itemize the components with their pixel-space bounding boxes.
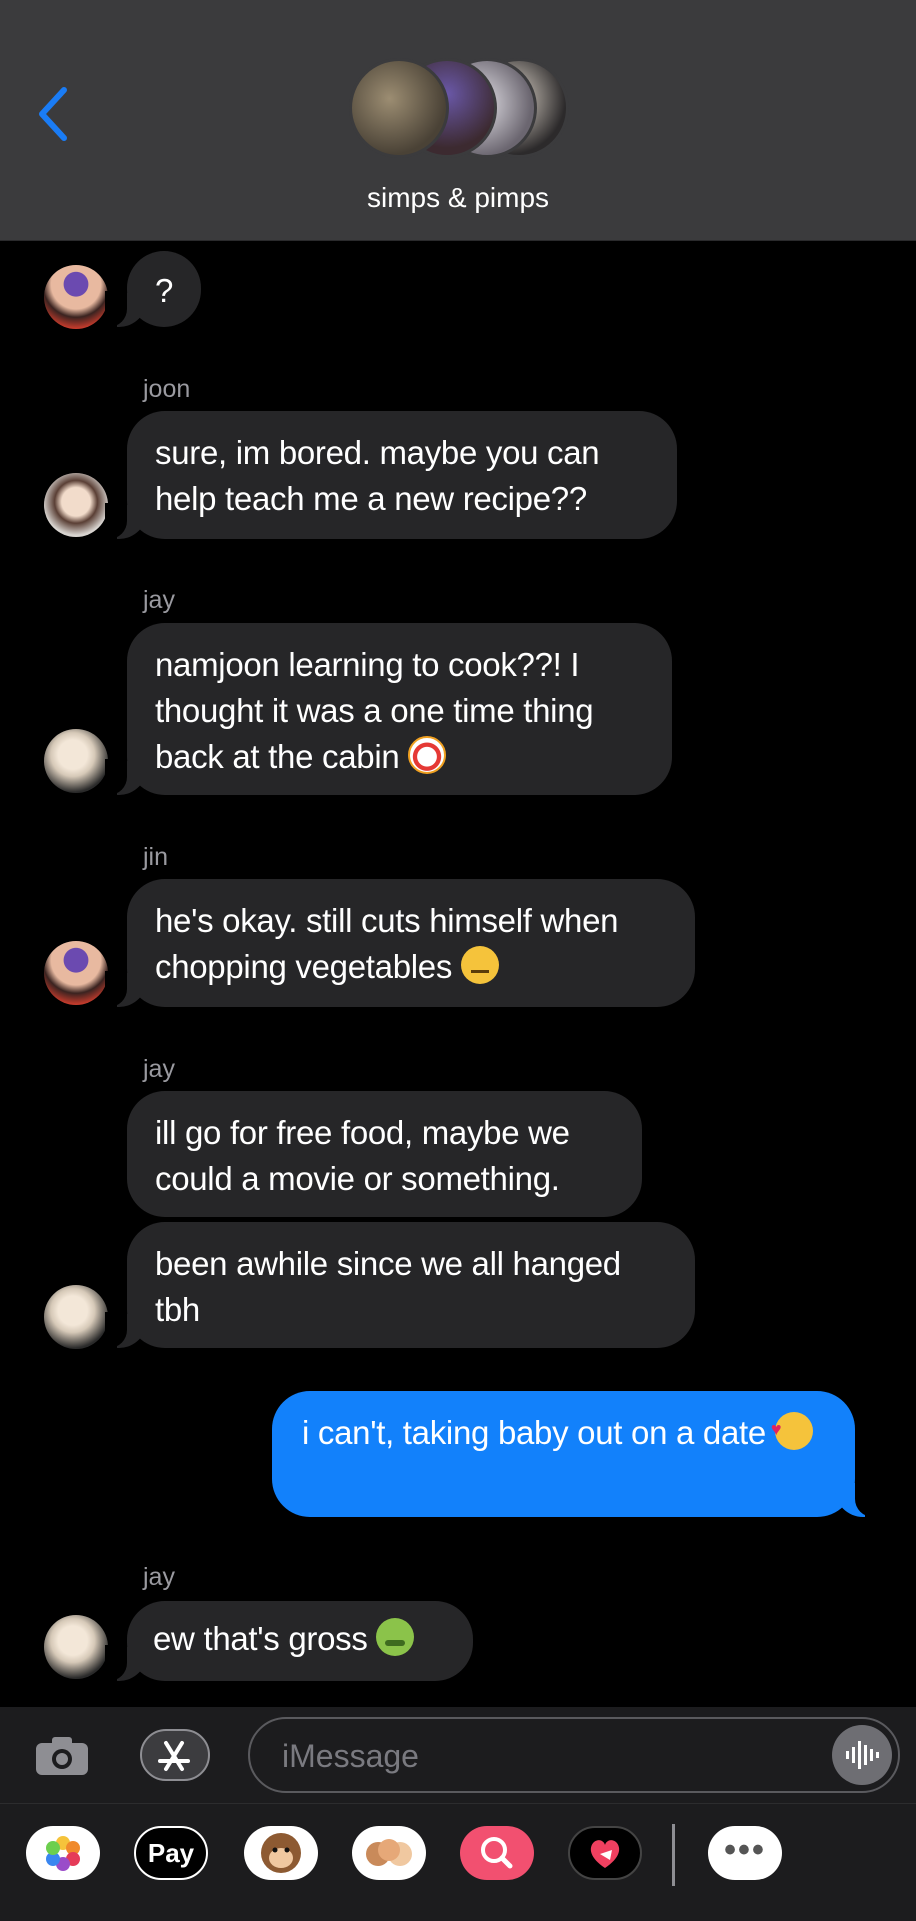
photos-icon[interactable] [26,1826,100,1880]
member-avatar [349,58,449,158]
message-text: sure, im bored. maybe you can help teach… [155,434,600,517]
sender-name: jay [143,1055,175,1083]
more-icon[interactable]: ••• [708,1826,782,1880]
memoji-stickers-icon[interactable] [352,1826,426,1880]
message-text: i can't, taking baby out on a date [302,1414,766,1451]
message-text: ? [154,272,174,309]
audio-waveform-icon[interactable] [832,1725,892,1785]
message-bubble[interactable]: ill go for free food, maybe we could a m… [127,1091,642,1217]
clown-face-emoji [408,736,447,774]
sender-name: jin [143,843,169,871]
avatar[interactable] [44,729,108,793]
memoji-monkey-icon[interactable] [244,1826,318,1880]
message-text: ew that's gross [153,1620,368,1657]
sender-name: jay [143,586,175,614]
message-bubble[interactable]: namjoon learning to cook??! I thought it… [105,623,672,795]
message-text: ill go for free food, maybe we could a m… [155,1114,570,1197]
camera-icon[interactable] [34,1735,90,1777]
avatar[interactable] [44,1615,108,1679]
nauseated-face-emoji [376,1618,415,1656]
outgoing-message-bubble[interactable]: i can't, taking baby out on a date [272,1391,877,1517]
tray-divider [672,1824,675,1886]
avatar[interactable] [44,1285,108,1349]
group-name[interactable]: simps & pimps [0,182,916,214]
message-input-container [248,1717,900,1793]
message-thread: ? joon sure, im bored. maybe you can hel… [0,241,916,1707]
message-bubble[interactable]: ew that's gross [105,1601,473,1681]
message-bubble[interactable]: ? [105,251,201,327]
chevron-left-icon[interactable] [30,82,80,146]
more-label: ••• [724,1831,766,1869]
digital-touch-icon[interactable] [568,1826,642,1880]
app-store-icon[interactable] [140,1729,210,1781]
conversation-header: simps & pimps [0,0,916,241]
neutral-face-emoji [460,946,499,984]
image-search-icon[interactable] [460,1826,534,1880]
message-bubble[interactable]: been awhile since we all hanged tbh [105,1222,695,1348]
message-composer [0,1707,916,1803]
app-drawer: Pay ••• [0,1803,916,1921]
message-bubble[interactable]: sure, im bored. maybe you can help teach… [105,411,677,539]
message-input[interactable] [280,1733,804,1779]
avatar[interactable] [44,265,108,329]
avatar[interactable] [44,941,108,1005]
smiling-face-with-hearts-emoji [771,1406,813,1452]
avatar[interactable] [44,473,108,537]
apple-pay-label: Pay [147,1838,195,1868]
sender-name: joon [143,375,191,403]
message-bubble[interactable]: he's okay. still cuts himself when chopp… [105,879,695,1007]
group-avatar-stack[interactable] [349,58,569,160]
message-text: been awhile since we all hanged tbh [155,1245,621,1328]
sender-name: jay [143,1563,175,1591]
apple-pay-button[interactable]: Pay [134,1826,208,1880]
message-text: namjoon learning to cook??! I thought it… [155,646,594,775]
message-text: he's okay. still cuts himself when chopp… [155,902,619,985]
